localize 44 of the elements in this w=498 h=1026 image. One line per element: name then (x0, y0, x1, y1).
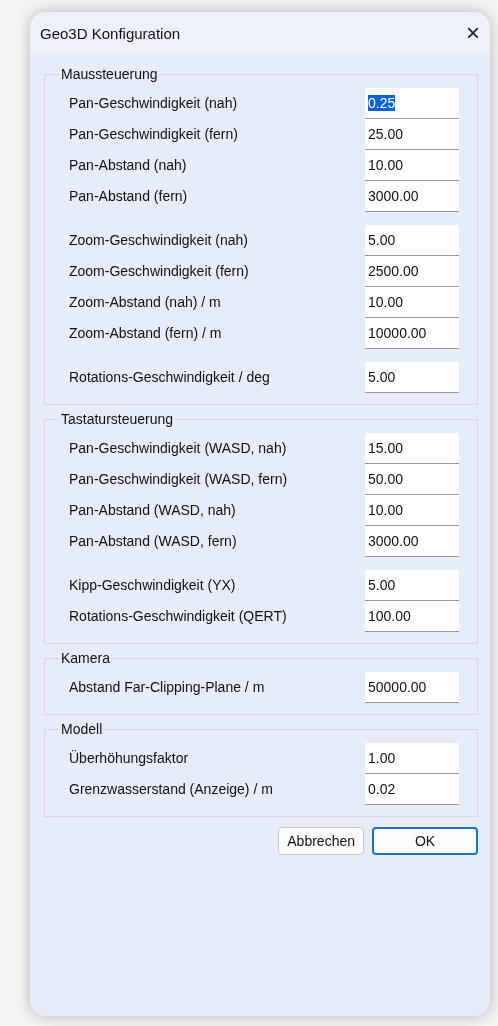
field-label: Kipp-Geschwindigkeit (YX) (69, 577, 236, 593)
input-field[interactable]: 0.25 (365, 88, 459, 118)
window-title: Geo3D Konfiguration (40, 24, 181, 42)
input-field[interactable]: 15.00 (365, 433, 459, 463)
input-field[interactable]: 0.02 (365, 774, 459, 804)
input-field[interactable]: 10.00 (365, 150, 459, 180)
field-label: Pan-Geschwindigkeit (fern) (69, 126, 238, 142)
input-field[interactable]: 3000.00 (365, 181, 459, 211)
input-field[interactable]: 2500.00 (365, 256, 459, 286)
field-label: Zoom-Geschwindigkeit (fern) (69, 263, 249, 279)
input-field[interactable]: 10000.00 (365, 318, 459, 348)
field-label: Zoom-Geschwindigkeit (nah) (69, 232, 248, 248)
input-field[interactable]: 5.00 (365, 225, 459, 255)
field-label: Pan-Abstand (WASD, nah) (69, 502, 236, 518)
field-label: Pan-Geschwindigkeit (WASD, fern) (69, 471, 288, 487)
group-title: Modell (60, 721, 104, 737)
field-label: Rotations-Geschwindigkeit / deg (69, 369, 270, 385)
field-label: Zoom-Abstand (nah) / m (69, 294, 221, 310)
group-title: Kamera (60, 650, 112, 666)
group-title: Maussteuerung (60, 66, 159, 82)
input-field[interactable]: 10.00 (365, 287, 459, 317)
input-field[interactable]: 1.00 (365, 743, 459, 773)
input-field[interactable]: 50000.00 (365, 672, 459, 702)
field-label: Grenzwasserstand (Anzeige) / m (69, 781, 273, 797)
field-label: Pan-Geschwindigkeit (nah) (69, 95, 238, 111)
dialog-button[interactable]: OK (372, 827, 478, 855)
input-field[interactable]: 5.00 (365, 570, 459, 600)
field-label: Rotations-Geschwindigkeit (QERT) (69, 608, 287, 624)
field-label: Zoom-Abstand (fern) / m (69, 325, 222, 341)
dialog-button[interactable]: Abbrechen (278, 827, 364, 855)
input-field[interactable]: 3000.00 (365, 526, 459, 556)
field-label: Überhöhungsfaktor (69, 750, 189, 766)
field-label: Abstand Far-Clipping-Plane / m (69, 679, 265, 695)
field-label: Pan-Abstand (nah) (69, 157, 187, 173)
input-field[interactable]: 5.00 (365, 362, 459, 392)
close-button[interactable]: × (462, 21, 484, 45)
group-title: Tastatursteuerung (60, 411, 175, 427)
input-field[interactable]: 50.00 (365, 464, 459, 494)
input-field[interactable]: 10.00 (365, 495, 459, 525)
input-field[interactable]: 25.00 (365, 119, 459, 149)
input-field[interactable]: 100.00 (365, 601, 459, 631)
field-label: Pan-Abstand (fern) (69, 188, 188, 204)
field-label: Pan-Geschwindigkeit (WASD, nah) (69, 440, 287, 456)
field-label: Pan-Abstand (WASD, fern) (69, 533, 237, 549)
